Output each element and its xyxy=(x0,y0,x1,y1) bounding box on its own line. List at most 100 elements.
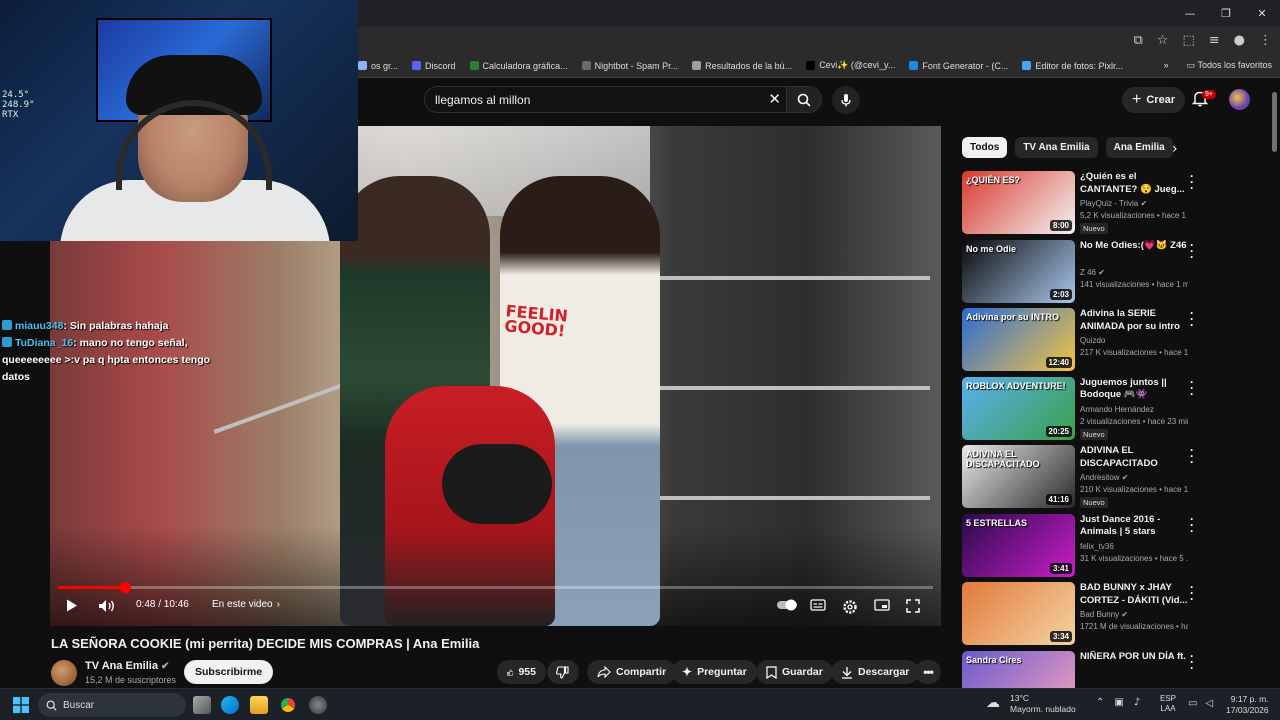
cast-icon[interactable]: ⧉ xyxy=(1134,33,1143,48)
recommended-channel[interactable]: Bad Bunny ✔ xyxy=(1080,610,1128,619)
video-thumbnail[interactable]: ¿QUIÉN ES? 8:00 xyxy=(962,171,1075,234)
more-vertical-icon[interactable]: · · · xyxy=(1190,170,1194,194)
bookmarks-more-button[interactable]: » xyxy=(1164,60,1169,71)
bookmark-item[interactable]: Nightbot - Spam Pr... xyxy=(581,60,678,71)
obs-app-icon[interactable] xyxy=(309,696,327,714)
taskbar-clock[interactable]: 9:17 p. m. 17/03/2026 xyxy=(1226,694,1269,716)
settings-button[interactable] xyxy=(842,599,858,615)
create-button[interactable]: + Crear xyxy=(1122,87,1186,113)
recommended-video-title[interactable]: NIÑERA POR UN DÍA ft. xyxy=(1080,651,1188,664)
recommended-video[interactable]: 3:34 BAD BUNNY x JHAY CORTEZ - DÁKITI (Vi… xyxy=(962,581,1212,646)
network-icon[interactable]: ▭ xyxy=(1188,698,1197,709)
chevron-up-icon[interactable]: ⌃ xyxy=(1096,697,1104,708)
video-progress-knob[interactable] xyxy=(120,582,132,593)
recommended-video-title[interactable]: Just Dance 2016 - Animals | 5 stars xyxy=(1080,514,1188,539)
bookmark-item[interactable]: Resultados de la bú... xyxy=(692,60,792,71)
extensions-icon[interactable]: ⬚ xyxy=(1182,33,1194,48)
media-icon[interactable]: ≡ xyxy=(1209,33,1220,48)
recommended-video-title[interactable]: No Me Odies:(💗🐱 Z46 xyxy=(1080,240,1188,253)
more-vertical-icon[interactable]: · · · xyxy=(1190,581,1194,605)
recommended-channel[interactable]: Armando Hernández xyxy=(1080,405,1154,414)
browser-menu-icon[interactable]: ⋮ xyxy=(1259,33,1272,48)
more-vertical-icon[interactable]: · · · xyxy=(1190,444,1194,468)
more-vertical-icon[interactable]: · · · xyxy=(1190,307,1194,331)
subscribe-button[interactable]: Subscribirme xyxy=(184,660,274,684)
download-button[interactable]: Descargar xyxy=(831,660,920,684)
account-avatar[interactable] xyxy=(1229,89,1250,110)
bookmark-item[interactable]: Discord xyxy=(412,60,456,71)
chevron-right-icon[interactable]: › xyxy=(1172,141,1178,157)
recommended-video[interactable]: ADIVINA EL DISCAPACITADO 41:16 ADIVINA EL … xyxy=(962,444,1212,509)
search-input[interactable] xyxy=(435,93,755,107)
save-button[interactable]: Guardar xyxy=(756,660,833,684)
share-button[interactable]: Compartir xyxy=(587,660,677,684)
recommended-video-title[interactable]: Juguemos juntos || Bodoque 🎮👾 xyxy=(1080,377,1188,402)
more-vertical-icon[interactable]: · · · xyxy=(1190,239,1194,263)
recommended-channel[interactable]: PlayQuiz - Trivia ✔ xyxy=(1080,199,1147,208)
video-thumbnail[interactable]: 3:34 xyxy=(962,582,1075,645)
recommended-video[interactable]: ¿QUIÉN ES? 8:00 ¿Quién es el CANTANTE? 😯 J… xyxy=(962,170,1212,235)
video-thumbnail[interactable]: ADIVINA EL DISCAPACITADO 41:16 xyxy=(962,445,1075,508)
video-thumbnail[interactable]: 5 ESTRELLAS 3:41 xyxy=(962,513,1075,577)
minimize-button[interactable]: — xyxy=(1172,0,1208,27)
microphone-icon[interactable]: ♪ xyxy=(1134,697,1140,708)
bookmark-item[interactable]: Font Generator - (C... xyxy=(909,60,1008,71)
file-explorer-icon[interactable] xyxy=(250,696,268,714)
maximize-button[interactable]: ❐ xyxy=(1208,0,1244,27)
profile-icon[interactable]: ● xyxy=(1234,33,1245,48)
search-button[interactable] xyxy=(786,86,822,113)
tray-app-icon[interactable]: ▣ xyxy=(1114,697,1123,708)
recommended-video-title[interactable]: Adivina la SERIE ANIMADA por su intro ..… xyxy=(1080,308,1188,334)
taskbar-search[interactable]: Buscar xyxy=(38,693,186,717)
miniplayer-button[interactable] xyxy=(874,599,890,611)
windows-start-icon[interactable] xyxy=(13,697,29,713)
more-vertical-icon[interactable]: · · · xyxy=(1190,513,1194,537)
voice-search-button[interactable] xyxy=(832,86,860,114)
close-button[interactable]: ✕ xyxy=(1244,0,1280,27)
bookmark-item[interactable]: Cevi✨ (@cevi_y... xyxy=(806,60,895,71)
video-thumbnail[interactable]: ROBLOX ADVENTURE! 20:25 xyxy=(962,376,1075,440)
more-vertical-icon[interactable]: · · · xyxy=(1190,650,1194,674)
video-thumbnail[interactable]: No me Odie 2:03 xyxy=(962,239,1075,303)
recommended-video[interactable]: ROBLOX ADVENTURE! 20:25 Juguemos juntos ||… xyxy=(962,376,1212,441)
dislike-button[interactable] xyxy=(547,660,579,684)
more-vertical-icon[interactable]: · · · xyxy=(1190,376,1194,400)
page-scrollbar[interactable] xyxy=(1272,92,1277,152)
filter-chip[interactable]: Ana Emilia xyxy=(1105,137,1173,158)
edge-browser-icon[interactable] xyxy=(221,696,239,714)
chapter-button[interactable]: En este video › xyxy=(212,599,280,610)
language-indicator[interactable]: ESP LAA xyxy=(1160,694,1176,714)
ask-button[interactable]: ✦ Preguntar xyxy=(672,660,757,684)
play-button[interactable] xyxy=(66,599,78,612)
recommended-channel[interactable]: Quizdo xyxy=(1080,336,1105,345)
bookmark-star-icon[interactable]: ☆ xyxy=(1157,33,1169,48)
recommended-video[interactable]: 5 ESTRELLAS 3:41 Just Dance 2016 - Animals… xyxy=(962,513,1212,578)
filter-chip[interactable]: Todos xyxy=(962,137,1008,158)
channel-avatar[interactable] xyxy=(51,660,77,686)
recommended-video[interactable]: No me Odie 2:03 No Me Odies:(💗🐱 Z46 Z 46 ✔ 1… xyxy=(962,239,1212,304)
speaker-icon[interactable]: ◁ xyxy=(1205,698,1213,709)
recommended-video-title[interactable]: ADIVINA EL DISCAPACITADO xyxy=(1080,445,1188,470)
recommended-video[interactable]: Adivina por su INTRO 12:40 Adivina la SERI… xyxy=(962,307,1212,372)
channel-name[interactable]: TV Ana Emilia ✔ xyxy=(85,660,169,672)
subtitles-button[interactable] xyxy=(810,599,826,611)
clear-search-icon[interactable]: ✕ xyxy=(768,90,781,108)
fullscreen-button[interactable] xyxy=(906,599,920,613)
video-thumbnail[interactable]: Adivina por su INTRO 12:40 xyxy=(962,308,1075,371)
bookmark-item[interactable]: os gr... xyxy=(358,60,398,71)
bookmark-item[interactable]: Editor de fotos: Pixlr... xyxy=(1022,60,1123,71)
bookmark-item[interactable]: Calculadora gráfica... xyxy=(469,60,568,71)
recommended-video-title[interactable]: BAD BUNNY x JHAY CORTEZ - DÁKITI (Vid... xyxy=(1080,582,1188,607)
autoplay-toggle[interactable] xyxy=(776,599,798,611)
video-progress-bar[interactable] xyxy=(58,582,933,593)
filter-chip[interactable]: TV Ana Emilia xyxy=(1015,137,1098,158)
chrome-browser-icon[interactable] xyxy=(279,696,297,714)
weather-widget[interactable]: ☁ 13°C Mayorm. nublado xyxy=(986,693,1076,715)
task-view-icon[interactable] xyxy=(193,696,211,714)
recommended-channel[interactable]: Z 46 ✔ xyxy=(1080,268,1105,277)
recommended-channel[interactable]: Andresitow ✔ xyxy=(1080,473,1129,482)
all-favorites-button[interactable]: ▭ Todos los favoritos xyxy=(1187,60,1272,71)
more-actions-button[interactable]: ••• xyxy=(915,660,941,684)
volume-button[interactable] xyxy=(98,599,116,613)
like-button[interactable]: 955 xyxy=(497,660,546,684)
